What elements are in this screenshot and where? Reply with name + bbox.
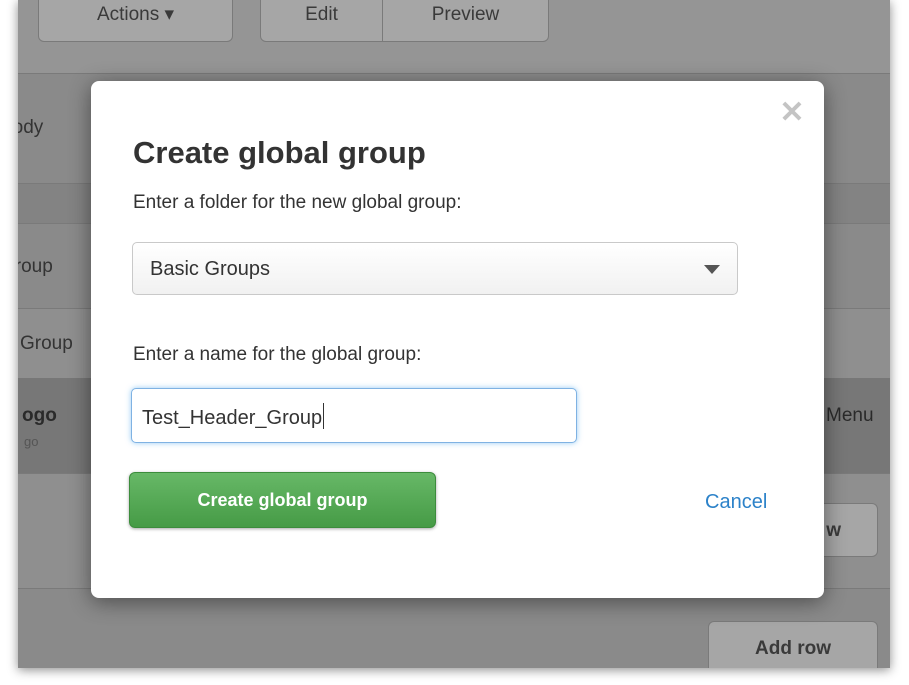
- bg-row-right-label: Menu: [826, 405, 874, 426]
- create-global-group-dialog: ✕ Create global group Enter a folder for…: [91, 81, 824, 598]
- close-icon[interactable]: ✕: [778, 98, 806, 128]
- bg-preview-button: Preview: [382, 0, 549, 42]
- bg-row-label: Body: [18, 117, 44, 138]
- bg-edit-button: Edit: [260, 0, 383, 42]
- group-name-value: Test_Header_Group: [142, 407, 323, 429]
- create-global-group-button[interactable]: Create global group: [129, 472, 436, 528]
- dialog-title: Create global group: [133, 135, 426, 170]
- bg-add-row-button: Add row: [708, 621, 878, 668]
- folder-select[interactable]: Basic Groups: [132, 242, 738, 295]
- chevron-down-icon: [704, 265, 720, 274]
- bg-actions-button: Actions ▾: [38, 0, 233, 42]
- bg-row-sublabel: go: [24, 434, 39, 449]
- bg-row-label: ogo: [22, 405, 57, 426]
- group-name-input[interactable]: Test_Header_Group: [131, 388, 577, 443]
- folder-label: Enter a folder for the new global group:: [133, 192, 462, 213]
- name-label: Enter a name for the global group:: [133, 344, 422, 365]
- folder-select-value: Basic Groups: [150, 258, 271, 280]
- text-caret: [323, 403, 325, 429]
- bg-row-label: Group: [20, 333, 73, 354]
- bg-row-label: Group: [18, 256, 53, 277]
- cancel-link[interactable]: Cancel: [705, 491, 767, 514]
